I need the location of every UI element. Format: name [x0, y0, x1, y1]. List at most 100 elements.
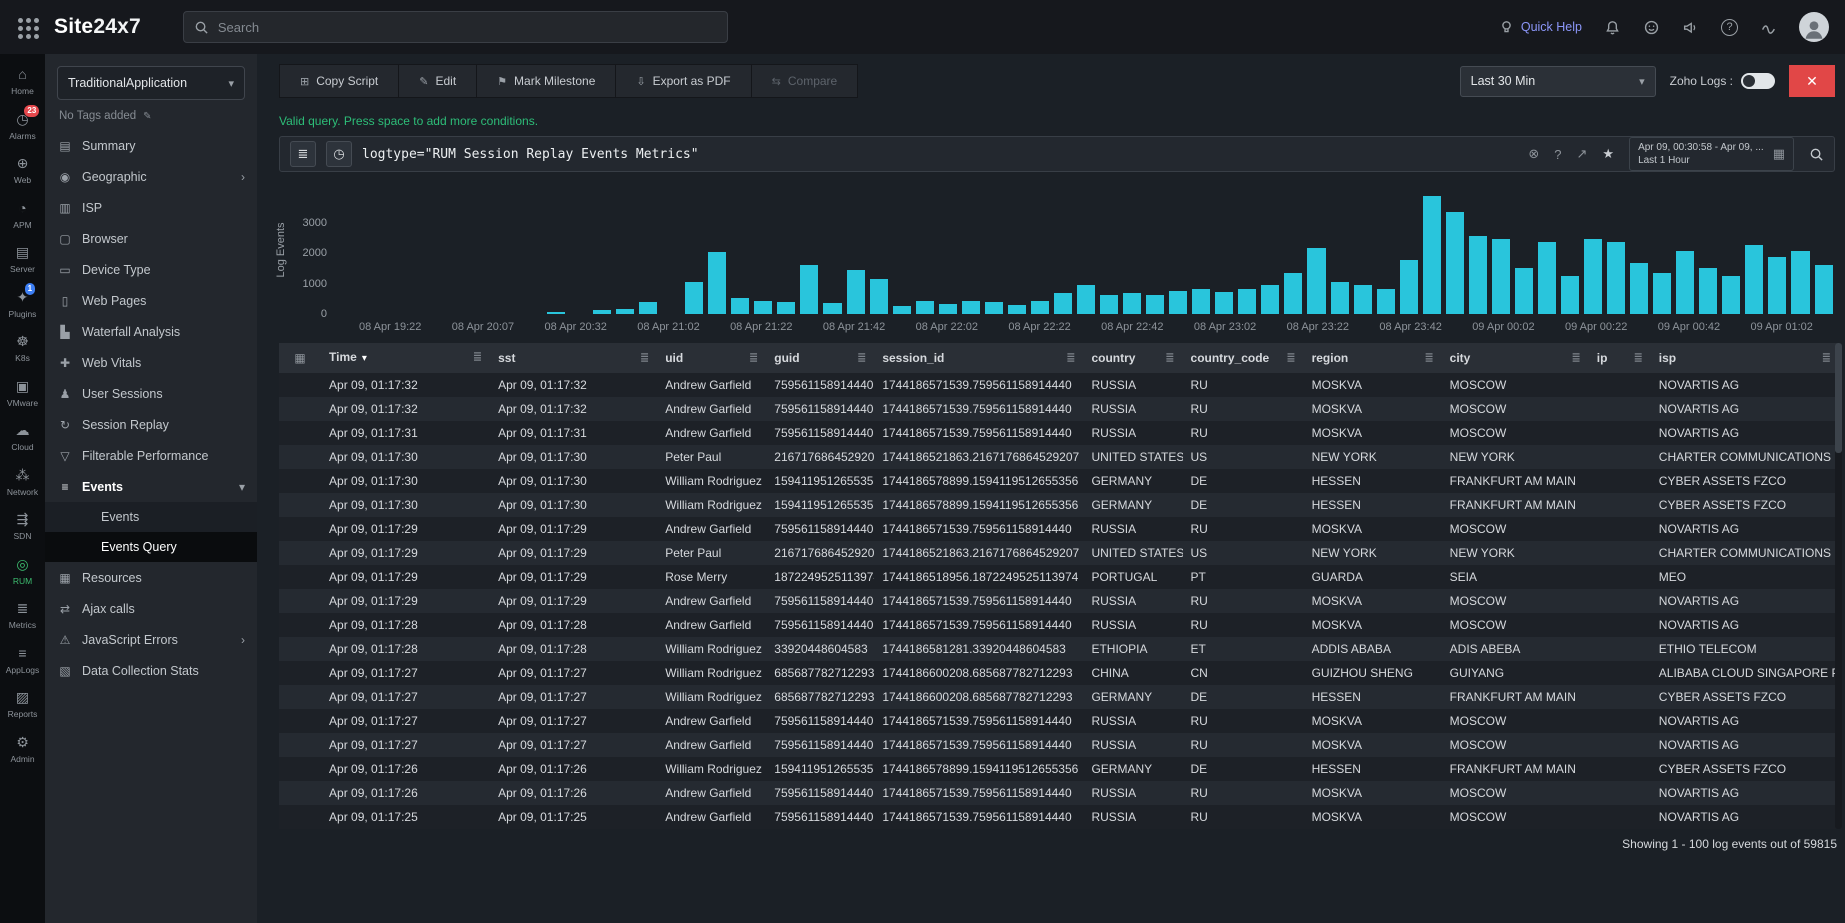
table-row[interactable]: Apr 09, 01:17:27Apr 09, 01:17:27William … — [279, 661, 1839, 685]
help-icon[interactable]: ? — [1721, 19, 1738, 36]
column-filter-icon[interactable]: ≣ — [749, 344, 758, 372]
column-header-session-id[interactable]: session_id≣ — [874, 343, 1083, 373]
user-avatar[interactable] — [1799, 12, 1829, 42]
query-input[interactable]: logtype="RUM Session Replay Events Metri… — [362, 147, 1518, 162]
copy-script-button[interactable]: ⊞Copy Script — [280, 65, 399, 97]
column-filter-icon[interactable]: ≣ — [1286, 344, 1295, 372]
notifications-bell-icon[interactable] — [1604, 19, 1621, 36]
clear-query-icon[interactable]: ⊗ — [1528, 146, 1539, 162]
column-filter-icon[interactable]: ≣ — [1634, 344, 1643, 372]
sidebar-item-ajax-calls[interactable]: ⇄Ajax calls — [45, 593, 257, 624]
column-filter-icon[interactable]: ≣ — [640, 344, 649, 372]
column-filter-icon[interactable]: ≣ — [1572, 344, 1581, 372]
table-row[interactable]: Apr 09, 01:17:31Apr 09, 01:17:31Andrew G… — [279, 421, 1839, 445]
application-selector[interactable]: TraditionalApplication ▾ — [57, 66, 245, 100]
rail-item-home[interactable]: ⌂Home — [0, 58, 45, 103]
column-filter-icon[interactable]: ≣ — [1424, 344, 1433, 372]
rail-item-metrics[interactable]: ≣Metrics — [0, 592, 45, 637]
rail-item-server[interactable]: ▤Server — [0, 236, 45, 281]
search-input[interactable] — [218, 20, 717, 35]
export-as-pdf-button[interactable]: ⇩Export as PDF — [616, 65, 751, 97]
column-header-ip[interactable]: ip≣ — [1589, 343, 1651, 373]
column-header-time[interactable]: Time▾≣ — [321, 343, 490, 373]
sidebar-item-web-vitals[interactable]: ✚Web Vitals — [45, 347, 257, 378]
column-header-city[interactable]: city≣ — [1442, 343, 1589, 373]
table-row[interactable]: Apr 09, 01:17:30Apr 09, 01:17:30Peter Pa… — [279, 445, 1839, 469]
sort-desc-icon[interactable]: ▾ — [362, 353, 367, 364]
sidebar-item-javascript-errors[interactable]: ⚠JavaScript Errors› — [45, 624, 257, 655]
share-icon[interactable]: ↗ — [1577, 146, 1588, 162]
edit-button[interactable]: ✎Edit — [399, 65, 477, 97]
table-grid-icon[interactable]: ▦ — [279, 343, 321, 373]
table-row[interactable]: Apr 09, 01:17:32Apr 09, 01:17:32Andrew G… — [279, 397, 1839, 421]
rail-item-k8s[interactable]: ☸K8s — [0, 325, 45, 370]
sidebar-item-summary[interactable]: ▤Summary — [45, 130, 257, 161]
column-filter-icon[interactable]: ≣ — [857, 344, 866, 372]
column-filter-icon[interactable]: ≣ — [1066, 344, 1075, 372]
query-list-icon[interactable]: ≣ — [290, 141, 316, 167]
sidebar-item-data-collection-stats[interactable]: ▧Data Collection Stats — [45, 655, 257, 686]
rail-item-plugins[interactable]: ✦1Plugins — [0, 281, 45, 326]
mark-milestone-button[interactable]: ⚑Mark Milestone — [477, 65, 616, 97]
column-header-country-code[interactable]: country_code≣ — [1183, 343, 1304, 373]
time-range-select[interactable]: Last 30 Min ▾ — [1460, 66, 1656, 97]
feedback-smiley-icon[interactable] — [1643, 19, 1660, 36]
rail-item-web[interactable]: ⊕Web — [0, 147, 45, 192]
column-header-sst[interactable]: sst≣ — [490, 343, 657, 373]
time-range-picker[interactable]: Apr 09, 00:30:58 - Apr 09, ... Last 1 Ho… — [1629, 137, 1794, 171]
column-filter-icon[interactable]: ≣ — [1165, 344, 1174, 372]
rail-item-cloud[interactable]: ☁Cloud — [0, 414, 45, 459]
zoho-logs-toggle[interactable] — [1741, 73, 1775, 89]
rail-item-apm[interactable]: ◔APM — [0, 192, 45, 237]
rail-item-alarms[interactable]: ◷23Alarms — [0, 103, 45, 148]
table-row[interactable]: Apr 09, 01:17:29Apr 09, 01:17:29Peter Pa… — [279, 541, 1839, 565]
table-row[interactable]: Apr 09, 01:17:27Apr 09, 01:17:27William … — [279, 685, 1839, 709]
rail-item-network[interactable]: ⁂Network — [0, 459, 45, 504]
table-row[interactable]: Apr 09, 01:17:27Apr 09, 01:17:27Andrew G… — [279, 733, 1839, 757]
rail-item-sdn[interactable]: ⇶SDN — [0, 503, 45, 548]
favorite-star-icon[interactable]: ★ — [1602, 146, 1614, 162]
sidebar-item-isp[interactable]: ▥ISP — [45, 192, 257, 223]
site24x7-logo[interactable]: Site24x7 — [54, 15, 141, 39]
column-header-country[interactable]: country≣ — [1083, 343, 1182, 373]
table-row[interactable]: Apr 09, 01:17:27Apr 09, 01:17:27Andrew G… — [279, 709, 1839, 733]
scrollbar-thumb[interactable] — [1835, 343, 1842, 453]
global-search[interactable] — [183, 11, 728, 43]
table-row[interactable]: Apr 09, 01:17:30Apr 09, 01:17:30William … — [279, 469, 1839, 493]
sidebar-item-session-replay[interactable]: ↻Session Replay — [45, 409, 257, 440]
zia-icon[interactable] — [1760, 19, 1777, 36]
sidebar-item-filterable-performance[interactable]: ▽Filterable Performance — [45, 440, 257, 471]
query-bar[interactable]: ≣ ◷ logtype="RUM Session Replay Events M… — [279, 136, 1835, 172]
column-filter-icon[interactable]: ≣ — [1822, 344, 1831, 372]
sidebar-subitem-events-query[interactable]: Events Query — [45, 532, 257, 562]
sidebar-item-events[interactable]: ≡Events▾ — [45, 471, 257, 502]
sidebar-item-resources[interactable]: ▦Resources — [45, 562, 257, 593]
sidebar-item-waterfall-analysis[interactable]: ▙Waterfall Analysis — [45, 316, 257, 347]
edit-tags-icon[interactable]: ✎ — [143, 111, 151, 122]
close-button[interactable]: ✕ — [1789, 65, 1835, 97]
rail-item-admin[interactable]: ⚙Admin — [0, 726, 45, 771]
rail-item-applogs[interactable]: ≡AppLogs — [0, 637, 45, 682]
table-row[interactable]: Apr 09, 01:17:26Apr 09, 01:17:26Andrew G… — [279, 781, 1839, 805]
table-row[interactable]: Apr 09, 01:17:32Apr 09, 01:17:32Andrew G… — [279, 373, 1839, 397]
sidebar-subitem-events[interactable]: Events — [45, 502, 257, 532]
table-row[interactable]: Apr 09, 01:17:28Apr 09, 01:17:28Andrew G… — [279, 613, 1839, 637]
table-scrollbar[interactable] — [1835, 343, 1842, 829]
column-header-uid[interactable]: uid≣ — [657, 343, 766, 373]
column-header-isp[interactable]: isp≣ — [1651, 343, 1839, 373]
column-header-guid[interactable]: guid≣ — [766, 343, 874, 373]
query-help-icon[interactable]: ? — [1554, 147, 1561, 162]
query-history-icon[interactable]: ◷ — [326, 141, 352, 167]
announcements-megaphone-icon[interactable] — [1682, 19, 1699, 36]
rail-item-vmware[interactable]: ▣VMware — [0, 370, 45, 415]
column-filter-icon[interactable]: ≣ — [473, 343, 482, 371]
table-row[interactable]: Apr 09, 01:17:29Apr 09, 01:17:29Andrew G… — [279, 589, 1839, 613]
table-row[interactable]: Apr 09, 01:17:26Apr 09, 01:17:26William … — [279, 757, 1839, 781]
table-row[interactable]: Apr 09, 01:17:29Apr 09, 01:17:29Rose Mer… — [279, 565, 1839, 589]
table-row[interactable]: Apr 09, 01:17:25Apr 09, 01:17:25Andrew G… — [279, 805, 1839, 829]
app-grid-icon[interactable] — [16, 16, 40, 38]
rail-item-reports[interactable]: ▨Reports — [0, 681, 45, 726]
quick-help-link[interactable]: Quick Help — [1498, 19, 1582, 36]
column-header-region[interactable]: region≣ — [1304, 343, 1442, 373]
run-search-icon[interactable] — [1809, 147, 1824, 162]
